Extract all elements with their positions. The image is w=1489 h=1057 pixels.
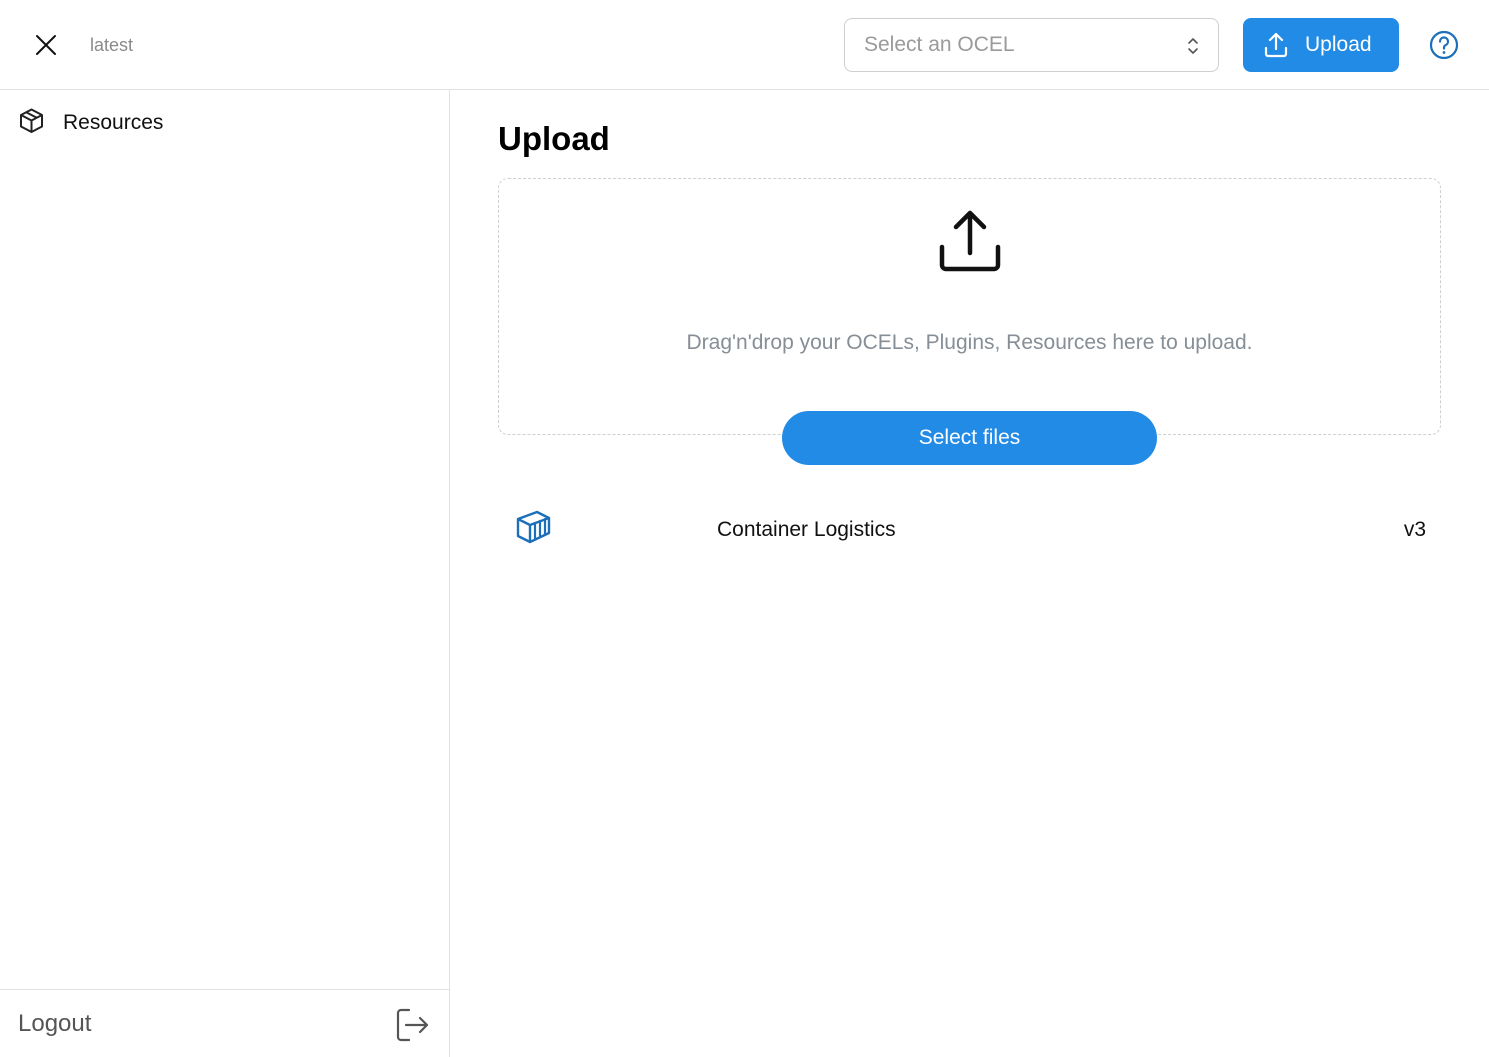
help-button[interactable] — [1428, 29, 1460, 61]
logout-button[interactable] — [394, 1007, 430, 1043]
logout-icon — [396, 1008, 429, 1042]
resource-row[interactable]: Container Logistics v3 — [498, 498, 1441, 562]
upload-icon — [1264, 32, 1288, 58]
top-header: latest Select an OCEL Upload — [0, 0, 1489, 90]
sidebar: Resources Logout — [0, 90, 450, 1057]
sidebar-item-label: Resources — [63, 111, 164, 134]
upload-button[interactable]: Upload — [1243, 18, 1399, 72]
help-circle-icon — [1429, 30, 1459, 60]
upload-button-label: Upload — [1305, 33, 1372, 56]
close-button[interactable] — [30, 29, 61, 60]
select-files-button[interactable]: Select files — [782, 411, 1157, 465]
upload-dropzone[interactable]: Drag'n'drop your OCELs, Plugins, Resourc… — [498, 178, 1441, 435]
logout-label[interactable]: Logout — [18, 1010, 91, 1038]
page-title: Upload — [498, 120, 610, 157]
main-content: Upload Drag'n'drop your OCELs, Plugins, … — [450, 90, 1489, 1057]
resource-name: Container Logistics — [717, 518, 896, 541]
sidebar-item-resources[interactable]: Resources — [0, 90, 449, 152]
upload-icon — [939, 210, 1001, 272]
resource-version: v3 — [1403, 518, 1426, 541]
dropzone-hint: Drag'n'drop your OCELs, Plugins, Resourc… — [686, 331, 1253, 354]
ocel-select[interactable]: Select an OCEL — [844, 18, 1219, 72]
chevron-up-down-icon — [1188, 38, 1198, 54]
close-icon — [35, 34, 56, 55]
cube-icon — [20, 108, 43, 133]
version-label: latest — [90, 35, 134, 55]
container-icon — [516, 510, 551, 544]
sidebar-footer: Logout — [0, 989, 449, 1057]
ocel-select-placeholder: Select an OCEL — [864, 33, 1015, 56]
